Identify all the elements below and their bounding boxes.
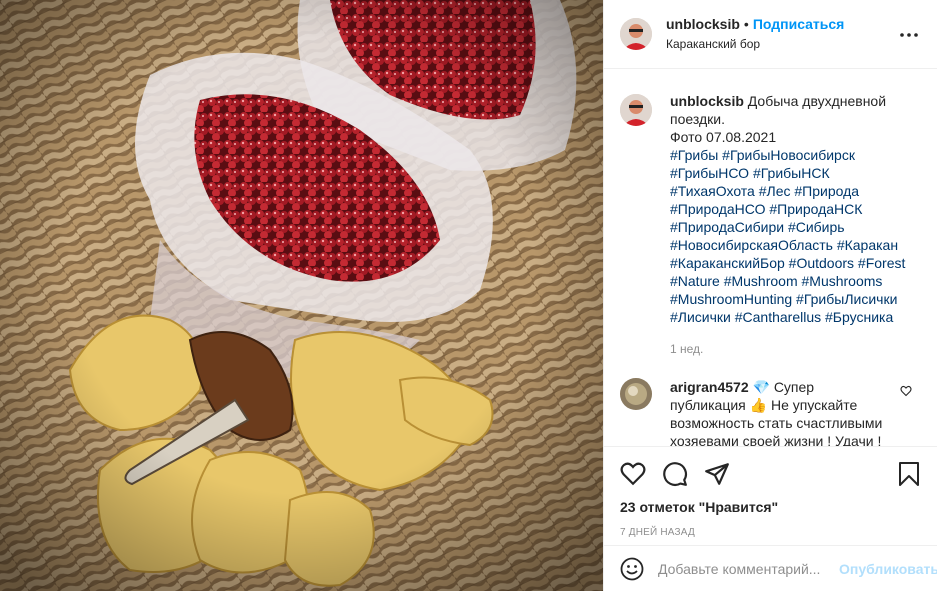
post-viewer: unblocksib•Подписаться Караканский бор: [0, 0, 937, 591]
author-avatar[interactable]: [620, 18, 652, 50]
hashtag-line[interactable]: #НовосибирскаяОбласть #Каракан: [670, 236, 920, 254]
separator-dot: •: [743, 16, 749, 32]
bookmark-icon[interactable]: [897, 461, 921, 487]
hashtag-line[interactable]: #Лисички #Cantharellus #Брусника: [670, 308, 920, 326]
caption-text-line-2: поездки.: [670, 111, 725, 127]
comment-text-line-4: хозяевами своей жизни ! Удачи !: [670, 433, 882, 446]
hashtag-line[interactable]: #ГрибыНСО #ГрибыНСК: [670, 164, 920, 182]
likes-count[interactable]: 23 отметок "Нравится": [620, 499, 921, 515]
hashtag-line[interactable]: #ПриродаНСО #ПриродаНСК: [670, 200, 920, 218]
caption-avatar[interactable]: [620, 94, 652, 126]
post-date[interactable]: 7 дней назад: [620, 527, 921, 538]
post-actions: 23 отметок "Нравится" 7 дней назад: [604, 446, 937, 538]
hashtag-line[interactable]: #Грибы #ГрибыНовосибирск: [670, 146, 920, 164]
comment-input[interactable]: [658, 560, 839, 577]
hashtag-line[interactable]: #ПриродаСибири #Сибирь: [670, 218, 920, 236]
post-photo[interactable]: [0, 0, 603, 591]
caption-time-ago[interactable]: 1 нед.: [670, 340, 920, 358]
hashtag-line[interactable]: #ТихаяОхота #Лес #Природа: [670, 182, 920, 200]
author-username[interactable]: unblocksib: [666, 16, 740, 32]
comment-item: arigran4572 💎 Супер публикация 👍 Не упус…: [620, 378, 921, 446]
heart-icon[interactable]: [620, 461, 646, 487]
comment-text-line-2: публикация 👍 Не упускайте: [670, 397, 858, 413]
hashtags: #Грибы #ГрибыНовосибирск #ГрибыНСО #Гриб…: [670, 146, 920, 326]
post-header: unblocksib • Подписаться Караканский бор: [604, 0, 937, 69]
caption-text-line-3: Фото 07.08.2021: [670, 129, 777, 145]
commenter-avatar[interactable]: [620, 378, 652, 410]
small-heart-icon[interactable]: [900, 384, 912, 446]
hashtag-line[interactable]: #Nature #Mushroom #Mushrooms: [670, 272, 920, 290]
publish-button[interactable]: Опубликовать: [839, 561, 937, 577]
post-caption: unblocksib Добыча двухдневной поездки. Ф…: [620, 92, 921, 358]
comment-icon[interactable]: [662, 461, 688, 487]
comment-text-line-1: 💎 Супер: [752, 379, 815, 395]
post-side-panel: unblocksib•Подписаться Караканский бор: [603, 0, 937, 591]
location-link[interactable]: Караканский бор: [666, 35, 897, 53]
basket-photo-illustration: [0, 0, 603, 591]
caption-text-line-1: Добыча двухдневной: [747, 93, 887, 109]
commenter-username[interactable]: arigran4572: [670, 379, 749, 395]
hashtag-line[interactable]: #MushroomHunting #ГрибыЛисички: [670, 290, 920, 308]
comment-text-line-3: возможность стать счастливыми: [670, 415, 883, 431]
follow-button[interactable]: Подписаться: [753, 16, 845, 32]
emoji-icon[interactable]: [620, 557, 644, 581]
hashtag-line[interactable]: #КараканскийБор #Outdoors #Forest: [670, 254, 920, 272]
add-comment-bar: Опубликовать: [604, 545, 937, 591]
share-icon[interactable]: [704, 461, 730, 487]
caption-username[interactable]: unblocksib: [670, 93, 744, 109]
more-icon[interactable]: [897, 25, 921, 43]
comments-list[interactable]: unblocksib Добыча двухдневной поездки. Ф…: [604, 70, 937, 446]
